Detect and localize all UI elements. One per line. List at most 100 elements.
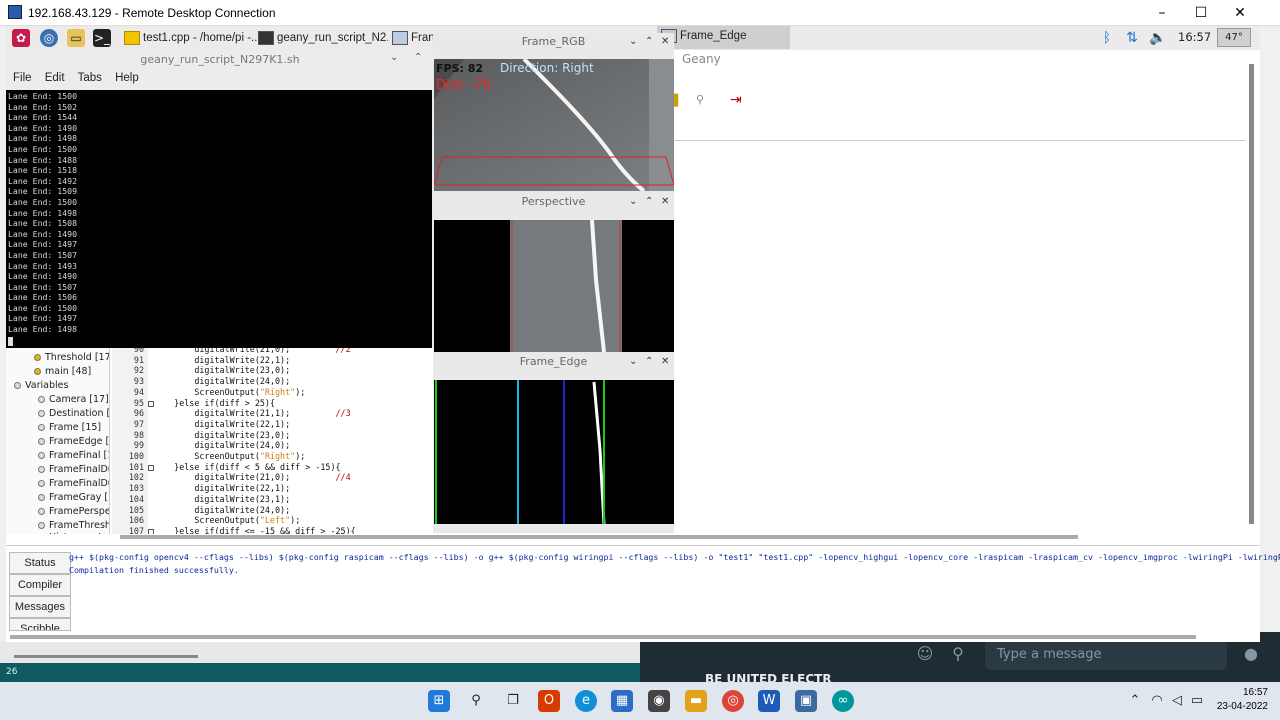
camera-icon[interactable]: ◉ bbox=[648, 690, 670, 712]
edge-browser-icon[interactable]: e bbox=[575, 690, 597, 712]
maximize-icon[interactable]: ⌃ bbox=[645, 353, 653, 371]
raspberry-menu-icon[interactable]: ✿ bbox=[12, 29, 30, 47]
jump-icon[interactable]: ⚲ bbox=[696, 93, 704, 106]
symbol-label: Camera [17] bbox=[49, 394, 109, 405]
word-icon[interactable]: W bbox=[758, 690, 780, 712]
symbol-item[interactable]: FrameFinal [1 bbox=[38, 450, 109, 461]
maximize-button[interactable]: ☐ bbox=[1181, 0, 1221, 26]
collapse-icon[interactable]: ⌄ bbox=[629, 33, 637, 51]
clock-time: 16:57 bbox=[1242, 687, 1268, 698]
battery-icon[interactable]: ▭ bbox=[1186, 690, 1208, 712]
maximize-icon[interactable]: ⌃ bbox=[645, 33, 653, 51]
bluetooth-icon[interactable]: ᛒ bbox=[1098, 29, 1116, 47]
speaker-icon[interactable]: ◁ bbox=[1166, 690, 1188, 712]
code-line: digitalWrite(23,0); bbox=[154, 365, 290, 375]
code-text: digitalWrite(21,0); bbox=[154, 348, 291, 354]
minimize-button[interactable]: – bbox=[1142, 0, 1182, 26]
task-run-script[interactable]: geany_run_script_N2... bbox=[258, 28, 388, 48]
close-icon[interactable]: ✕ bbox=[661, 353, 669, 371]
browser-icon[interactable]: ◎ bbox=[40, 29, 58, 47]
symbol-item[interactable]: FrameThreshol bbox=[38, 520, 109, 531]
perspective-image bbox=[434, 220, 674, 352]
task-frame[interactable]: Fran bbox=[392, 28, 436, 48]
symbol-item[interactable]: FrameEdge [1 bbox=[38, 436, 109, 447]
terminal-line: Lane End: 1497 bbox=[8, 239, 78, 250]
symbol-item[interactable]: FramePerspect bbox=[38, 506, 109, 517]
geany-tool-icon[interactable]: ▌ bbox=[674, 94, 682, 107]
terminal-output[interactable]: Lane End: 1500 Lane End: 1502 Lane End: 15… bbox=[6, 90, 432, 348]
remote-desktop-icon[interactable]: ▣ bbox=[795, 690, 817, 712]
search-icon[interactable]: ⚲ bbox=[465, 690, 487, 712]
collapse-icon[interactable]: ⌄ bbox=[629, 193, 637, 211]
terminal-maximize-icon[interactable]: ⌃ bbox=[414, 52, 422, 63]
chrome-icon[interactable]: ◎ bbox=[722, 690, 744, 712]
symbol-item[interactable]: Frame [15] bbox=[38, 422, 101, 433]
terminal-line: Lane End: 1497 bbox=[8, 313, 78, 324]
windows-clock[interactable]: 16:57 23-04-2022 bbox=[1216, 686, 1268, 714]
terminal-icon[interactable]: >_ bbox=[93, 29, 111, 47]
tray-chevron-icon[interactable]: ⌃ bbox=[1124, 690, 1146, 712]
tab-compiler[interactable]: Compiler bbox=[9, 574, 71, 596]
symbol-label: FrameGray [15 bbox=[49, 492, 109, 503]
file-manager-icon[interactable]: ▭ bbox=[67, 29, 85, 47]
editor-horizontal-scrollbar[interactable] bbox=[120, 535, 1078, 539]
code-line: digitalWrite(23,0); bbox=[154, 430, 290, 440]
task-view-icon[interactable]: ❐ bbox=[502, 690, 524, 712]
geany-vertical-scrollbar[interactable] bbox=[1249, 64, 1254, 524]
quit-icon[interactable]: ⇥ bbox=[730, 92, 742, 108]
variable-icon bbox=[38, 424, 45, 431]
arduino-icon[interactable]: ∞ bbox=[832, 690, 854, 712]
messages-horizontal-scrollbar[interactable] bbox=[10, 635, 1196, 639]
symbol-item[interactable]: main [48] bbox=[34, 366, 91, 377]
terminal-line: Lane End: 1498 bbox=[8, 133, 78, 144]
maximize-icon[interactable]: ⌃ bbox=[645, 193, 653, 211]
task-geany-editor[interactable]: test1.cpp - /home/pi -... bbox=[124, 28, 258, 48]
symbol-label: main [48] bbox=[45, 366, 92, 377]
symbol-item[interactable]: FrameGray [15 bbox=[38, 492, 109, 503]
office-icon[interactable]: O bbox=[538, 690, 560, 712]
explorer-icon[interactable]: ▬ bbox=[685, 690, 707, 712]
symbol-item[interactable]: FrameFinalDup bbox=[38, 464, 109, 475]
direction-label: Direction: Right bbox=[500, 61, 594, 75]
close-icon[interactable]: ✕ bbox=[661, 33, 669, 51]
terminal-line: Lane End: 1498 bbox=[8, 207, 78, 218]
symbol-item[interactable]: HistogramLane bbox=[38, 532, 109, 534]
volume-icon[interactable]: 🔈 bbox=[1149, 29, 1167, 47]
menu-help[interactable]: Help bbox=[115, 72, 139, 84]
attach-icon[interactable]: ⚲ bbox=[947, 643, 969, 665]
tab-status[interactable]: Status bbox=[9, 552, 71, 574]
windows-start-icon[interactable]: ⊞ bbox=[428, 690, 450, 712]
menu-file[interactable]: File bbox=[13, 72, 32, 84]
frame-edge-image bbox=[434, 380, 674, 524]
close-icon[interactable]: ✕ bbox=[661, 193, 669, 211]
close-button[interactable]: ✕ bbox=[1220, 0, 1260, 26]
chat-message-input[interactable]: Type a message bbox=[985, 640, 1227, 670]
task-frame-edge[interactable]: Frame_Edge bbox=[657, 26, 790, 49]
variable-icon bbox=[38, 466, 45, 473]
menu-edit[interactable]: Edit bbox=[45, 72, 65, 84]
code-editor[interactable]: 90 91 92 93 94 95 96 97 98 99 100 101 102 103 104 105 10… bbox=[112, 348, 432, 534]
symbol-item[interactable]: Destination [2 bbox=[38, 408, 109, 419]
terminal-line: Lane End: 1500 bbox=[8, 302, 78, 313]
tab-scribble[interactable]: Scribble bbox=[9, 618, 71, 631]
terminal-collapse-icon[interactable]: ⌄ bbox=[390, 52, 398, 63]
terminal-line: Lane End: 1493 bbox=[8, 260, 78, 271]
terminal-line: Lane End: 1509 bbox=[8, 186, 78, 197]
host-scrollbar[interactable] bbox=[14, 655, 198, 658]
symbol-group-variables[interactable]: Variables bbox=[14, 380, 68, 391]
collapse-icon[interactable]: ⌄ bbox=[629, 353, 637, 371]
network-icon[interactable]: ⇅ bbox=[1123, 29, 1141, 47]
tab-messages[interactable]: Messages bbox=[9, 596, 71, 618]
emoji-icon[interactable]: ☺ bbox=[914, 643, 936, 665]
menu-tabs[interactable]: Tabs bbox=[78, 72, 102, 84]
symbol-item[interactable]: FrameFinalDup bbox=[38, 478, 109, 489]
pi-clock: 16:57 bbox=[1178, 30, 1212, 44]
symbol-item[interactable]: Camera [17] bbox=[38, 394, 109, 405]
geany-divider bbox=[674, 140, 1246, 141]
line-number: 90 bbox=[133, 348, 144, 354]
wifi-icon[interactable]: ◠ bbox=[1146, 690, 1168, 712]
symbol-item[interactable]: Threshold [17 bbox=[34, 352, 109, 363]
line-number: 97 bbox=[133, 418, 144, 429]
store-icon[interactable]: ▦ bbox=[611, 690, 633, 712]
microphone-icon[interactable]: ● bbox=[1240, 643, 1262, 665]
